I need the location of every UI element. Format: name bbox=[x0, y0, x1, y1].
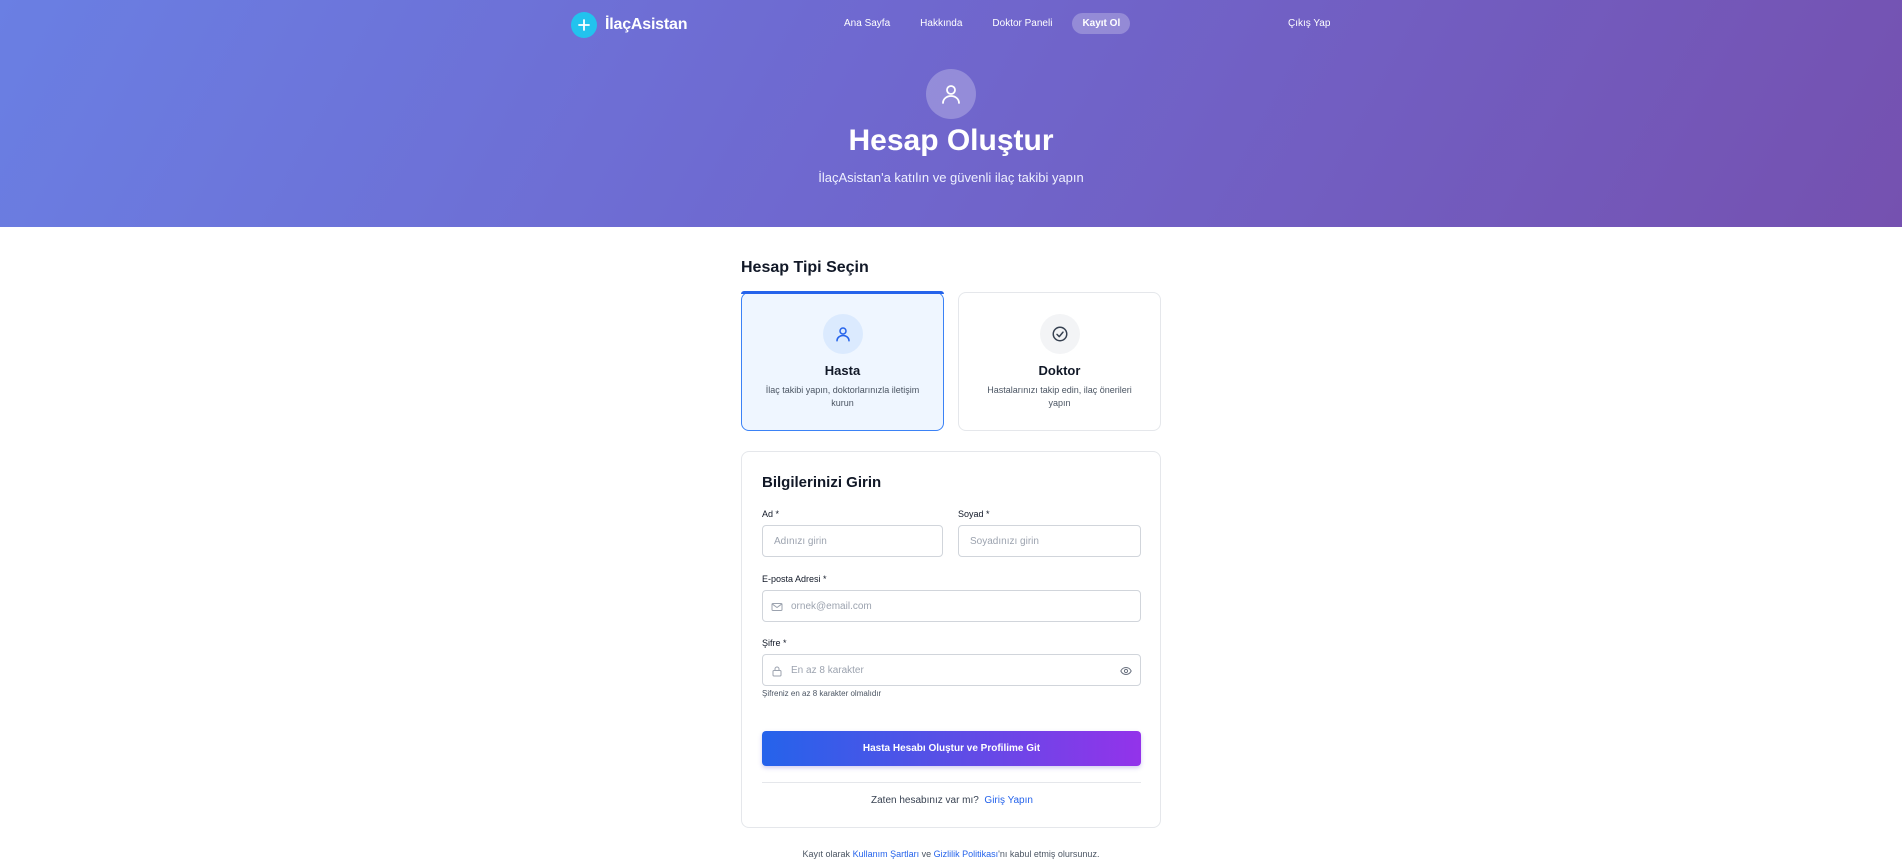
password-placeholder: En az 8 karakter bbox=[791, 664, 864, 676]
brand-logo[interactable]: İlaçAsistan bbox=[571, 12, 687, 38]
top-nav: İlaçAsistan Ana Sayfa Hakkında Doktor Pa… bbox=[0, 0, 1902, 48]
email-placeholder: ornek@email.com bbox=[791, 600, 872, 612]
privacy-link[interactable]: Gizlilik Politikası bbox=[934, 849, 999, 859]
account-type-title: Hesap Tipi Seçin bbox=[741, 259, 869, 276]
account-type-label: Hasta bbox=[824, 363, 861, 378]
plus-icon bbox=[571, 12, 597, 38]
email-input[interactable]: ornek@email.com bbox=[762, 590, 1141, 622]
terms-notice: Kayıt olarak Kullanım Şartları ve Gizlil… bbox=[0, 849, 1902, 859]
eye-icon[interactable] bbox=[1120, 665, 1132, 677]
account-type-label: Doktor bbox=[1038, 363, 1081, 378]
page-title: Hesap Oluştur bbox=[848, 124, 1054, 157]
logout-link[interactable]: Çıkış Yap bbox=[1288, 18, 1330, 29]
terms-link[interactable]: Kullanım Şartları bbox=[853, 849, 920, 859]
account-type-doctor[interactable]: Doktor Hastalarınızı takip edin, ilaç ön… bbox=[958, 292, 1161, 431]
nav-register[interactable]: Kayıt Ol bbox=[1072, 13, 1131, 34]
last-name-input[interactable]: Soyadınızı girin bbox=[958, 525, 1141, 557]
nav-links: Ana Sayfa Hakkında Doktor Paneli Kayıt O… bbox=[834, 13, 1131, 34]
first-name-placeholder: Adınızı girin bbox=[774, 535, 827, 547]
user-icon bbox=[822, 314, 863, 354]
lock-icon bbox=[772, 666, 782, 677]
divider bbox=[762, 782, 1141, 783]
password-input[interactable]: En az 8 karakter bbox=[762, 654, 1141, 686]
first-name-input[interactable]: Adınızı girin bbox=[762, 525, 943, 557]
nav-home[interactable]: Ana Sayfa bbox=[834, 13, 900, 34]
brand-name: İlaçAsistan bbox=[605, 16, 688, 33]
terms-suffix: 'nı kabul etmiş olursunuz. bbox=[998, 849, 1100, 859]
hero-banner: İlaçAsistan Ana Sayfa Hakkında Doktor Pa… bbox=[0, 0, 1902, 227]
login-link[interactable]: Giriş Yapın bbox=[984, 795, 1033, 806]
account-type-description: İlaç takibi yapın, doktorlarınızla ileti… bbox=[765, 385, 920, 408]
login-prompt-line: Zaten hesabınız var mı? Giriş Yapın bbox=[742, 795, 1162, 806]
terms-and: ve bbox=[921, 849, 932, 859]
mail-icon bbox=[771, 603, 783, 611]
page-subtitle: İlaçAsistan'a katılın ve güvenli ilaç ta… bbox=[818, 170, 1084, 185]
last-name-placeholder: Soyadınızı girin bbox=[970, 535, 1039, 547]
check-circle-icon bbox=[1039, 314, 1080, 354]
terms-prefix: Kayıt olarak bbox=[802, 849, 851, 859]
last-name-label: Soyad * bbox=[958, 509, 990, 519]
registration-form: Bilgilerinizi Girin Ad * Adınızı girin S… bbox=[741, 451, 1161, 828]
password-hint: Şifreniz en az 8 karakter olmalıdır bbox=[762, 689, 882, 698]
password-label: Şifre * bbox=[762, 638, 787, 648]
nav-about[interactable]: Hakkında bbox=[910, 13, 972, 34]
account-type-patient[interactable]: Hasta İlaç takibi yapın, doktorlarınızla… bbox=[741, 291, 944, 431]
account-type-description: Hastalarınızı takip edin, ilaç önerileri… bbox=[987, 385, 1132, 408]
login-prompt: Zaten hesabınız var mı? bbox=[871, 795, 979, 806]
user-icon bbox=[926, 69, 976, 119]
form-title: Bilgilerinizi Girin bbox=[762, 474, 882, 491]
email-label: E-posta Adresi * bbox=[762, 574, 827, 584]
first-name-label: Ad * bbox=[762, 509, 780, 519]
create-account-button[interactable]: Hasta Hesabı Oluştur ve Profilime Git bbox=[762, 731, 1141, 766]
nav-doctor-panel[interactable]: Doktor Paneli bbox=[982, 13, 1062, 34]
